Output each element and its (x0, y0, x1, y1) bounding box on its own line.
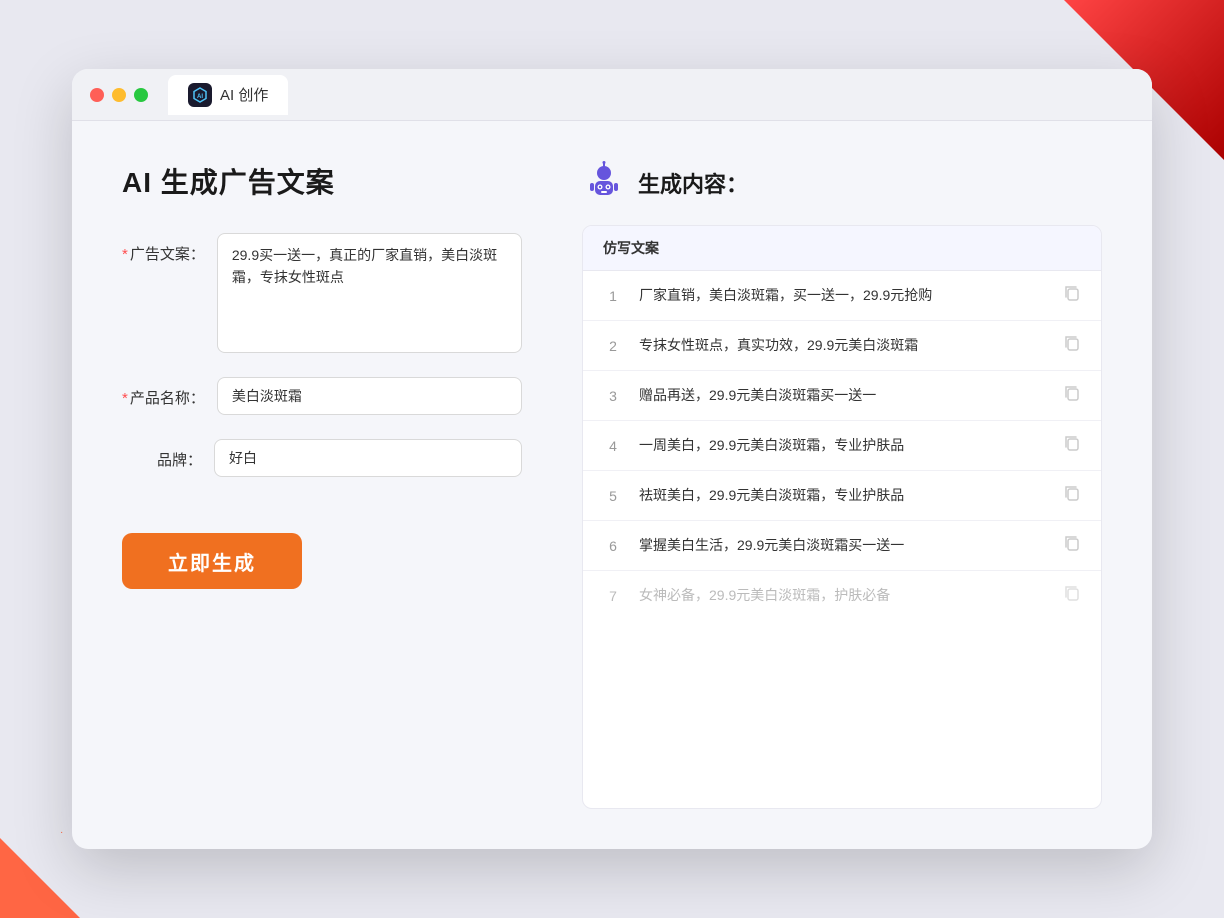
robot-icon (582, 161, 626, 205)
product-name-label: *产品名称： (122, 377, 205, 408)
brand-label: 品牌： (122, 439, 202, 470)
table-header: 仿写文案 (583, 226, 1101, 271)
copy-icon[interactable] (1063, 334, 1081, 357)
ai-tab-icon: AI (188, 83, 212, 107)
row-number: 4 (603, 438, 623, 454)
table-row: 7 女神必备，29.9元美白淡斑霜，护肤必备 (583, 571, 1101, 620)
brand-input[interactable] (214, 439, 522, 477)
row-number: 5 (603, 488, 623, 504)
table-row: 6 掌握美白生活，29.9元美白淡斑霜买一送一 (583, 521, 1101, 571)
close-button[interactable] (90, 88, 104, 102)
titlebar: AI AI 创作 (72, 69, 1152, 121)
ad-copy-label: *广告文案： (122, 233, 205, 264)
result-header: 生成内容： (582, 161, 1102, 205)
required-star: * (122, 246, 128, 263)
browser-window: AI AI 创作 AI 生成广告文案 *广告文案： *产品名称： (72, 69, 1152, 849)
result-title: 生成内容： (638, 167, 748, 199)
row-text: 掌握美白生活，29.9元美白淡斑霜买一送一 (639, 535, 1047, 556)
result-table: 仿写文案 1 厂家直销，美白淡斑霜，买一送一，29.9元抢购 2 专抹女性斑点，真实… (582, 225, 1102, 809)
table-row: 4 一周美白，29.9元美白淡斑霜，专业护肤品 (583, 421, 1101, 471)
required-star-2: * (122, 390, 128, 407)
tab-label: AI 创作 (220, 84, 268, 105)
right-panel: 生成内容： 仿写文案 1 厂家直销，美白淡斑霜，买一送一，29.9元抢购 2 专抹女… (582, 161, 1102, 809)
ai-tab[interactable]: AI AI 创作 (168, 75, 288, 115)
row-text: 专抹女性斑点，真实功效，29.9元美白淡斑霜 (639, 335, 1047, 356)
row-number: 6 (603, 538, 623, 554)
svg-text:AI: AI (197, 94, 203, 100)
row-number: 7 (603, 588, 623, 604)
copy-icon[interactable] (1063, 434, 1081, 457)
traffic-lights (90, 88, 148, 102)
row-text: 赠品再送，29.9元美白淡斑霜买一送一 (639, 385, 1047, 406)
maximize-button[interactable] (134, 88, 148, 102)
ad-copy-group: *广告文案： (122, 233, 522, 353)
copy-icon[interactable] (1063, 484, 1081, 507)
product-name-group: *产品名称： (122, 377, 522, 415)
left-panel: AI 生成广告文案 *广告文案： *产品名称： 品牌： 立即生成 (122, 161, 522, 809)
table-row: 2 专抹女性斑点，真实功效，29.9元美白淡斑霜 (583, 321, 1101, 371)
generate-button[interactable]: 立即生成 (122, 533, 302, 589)
brand-group: 品牌： (122, 439, 522, 477)
product-name-input[interactable] (217, 377, 522, 415)
row-text: 女神必备，29.9元美白淡斑霜，护肤必备 (639, 585, 1047, 606)
table-row: 5 祛斑美白，29.9元美白淡斑霜，专业护肤品 (583, 471, 1101, 521)
row-text: 一周美白，29.9元美白淡斑霜，专业护肤品 (639, 435, 1047, 456)
copy-icon[interactable] (1063, 584, 1081, 607)
minimize-button[interactable] (112, 88, 126, 102)
table-row: 3 赠品再送，29.9元美白淡斑霜买一送一 (583, 371, 1101, 421)
table-row: 1 厂家直销，美白淡斑霜，买一送一，29.9元抢购 (583, 271, 1101, 321)
copy-icon[interactable] (1063, 534, 1081, 557)
page-title: AI 生成广告文案 (122, 161, 522, 201)
content-area: AI 生成广告文案 *广告文案： *产品名称： 品牌： 立即生成 (72, 121, 1152, 849)
copy-icon[interactable] (1063, 384, 1081, 407)
result-rows-container: 1 厂家直销，美白淡斑霜，买一送一，29.9元抢购 2 专抹女性斑点，真实功效，29… (583, 271, 1101, 620)
row-text: 厂家直销，美白淡斑霜，买一送一，29.9元抢购 (639, 285, 1047, 306)
row-number: 1 (603, 288, 623, 304)
row-number: 3 (603, 388, 623, 404)
ad-copy-input[interactable] (217, 233, 522, 353)
copy-icon[interactable] (1063, 284, 1081, 307)
row-text: 祛斑美白，29.9元美白淡斑霜，专业护肤品 (639, 485, 1047, 506)
row-number: 2 (603, 338, 623, 354)
